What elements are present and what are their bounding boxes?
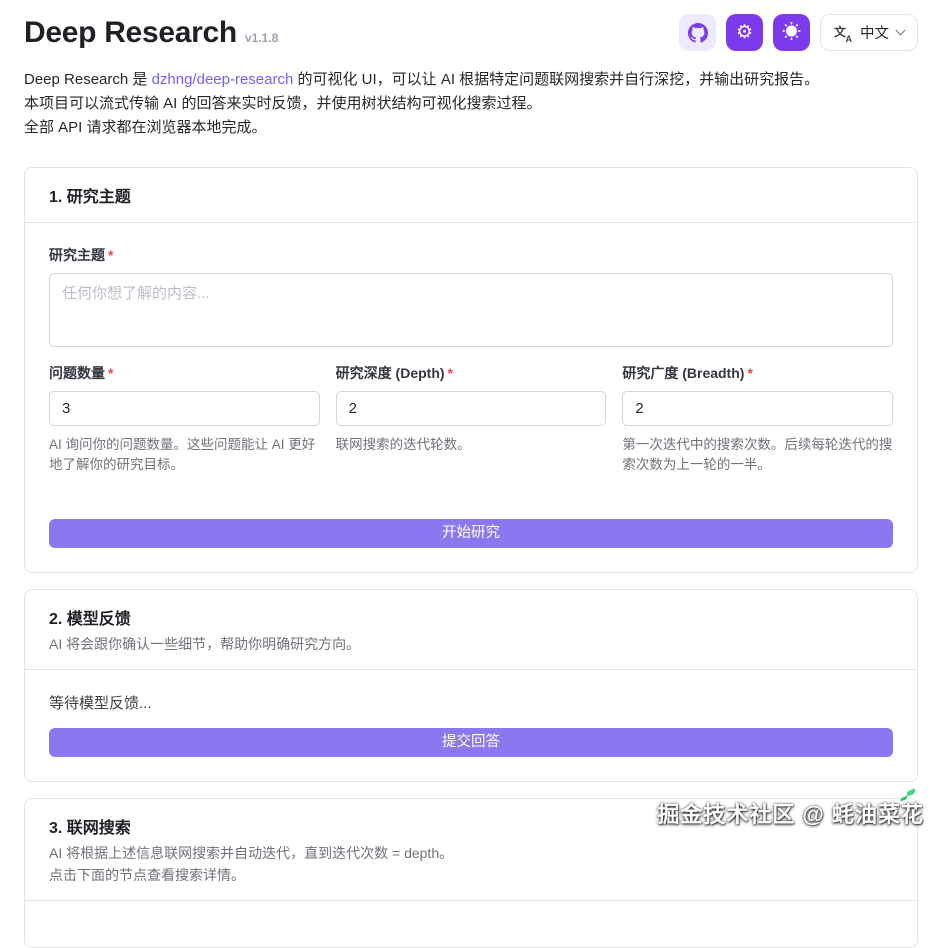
topic-label: 研究主题* bbox=[49, 245, 113, 265]
intro-paragraph: Deep Research 是 dzhng/deep-research 的可视化… bbox=[24, 68, 918, 140]
breadth-label: 研究广度 (Breadth)* bbox=[622, 363, 753, 383]
intro-line1-suffix: 的可视化 UI，可以让 AI 根据特定问题联网搜索并自行深挖，并输出研究报告。 bbox=[293, 71, 819, 88]
settings-button[interactable]: ⚙ bbox=[726, 14, 763, 51]
breadth-help: 第一次迭代中的搜索次数。后续每轮迭代的搜索次数为上一轮的一半。 bbox=[622, 435, 893, 475]
gear-icon: ⚙ bbox=[736, 23, 753, 42]
waiting-feedback-text: 等待模型反馈... bbox=[49, 692, 893, 713]
github-icon bbox=[688, 23, 708, 43]
field-depth: 研究深度 (Depth)* 联网搜索的迭代轮数。 bbox=[336, 363, 607, 475]
model-feedback-card-header: 2. 模型反馈 AI 将会跟你确认一些细节，帮助你明确研究方向。 bbox=[25, 590, 917, 670]
section2-title: 2. 模型反馈 bbox=[49, 605, 893, 629]
depth-label: 研究深度 (Depth)* bbox=[336, 363, 453, 383]
translate-icon: 文 A bbox=[834, 24, 852, 42]
section3-subtitle-line1: AI 将根据上述信息联网搜索并自动迭代，直到迭代次数 = depth。 bbox=[49, 843, 893, 863]
required-asterisk: * bbox=[108, 247, 113, 263]
breadth-input[interactable] bbox=[622, 391, 893, 426]
intro-line2: 本项目可以流式传输 AI 的回答来实时反馈，并使用树状结构可视化搜索过程。 bbox=[24, 95, 542, 112]
web-search-card-body bbox=[25, 901, 917, 947]
required-asterisk: * bbox=[448, 365, 453, 381]
intro-line1-prefix: Deep Research 是 bbox=[24, 71, 152, 88]
research-topic-card: 1. 研究主题 研究主题* 问题数量* AI 询问你的问题数量。这些问题能让 A… bbox=[24, 167, 918, 573]
required-asterisk: * bbox=[747, 365, 752, 381]
submit-answer-button[interactable]: 提交回答 bbox=[49, 728, 893, 757]
watermark: 掘金技术社区 @ 蚝油菜花 bbox=[657, 797, 924, 829]
question-count-input[interactable] bbox=[49, 391, 320, 426]
watermark-text: 掘金技术社区 @ 蚝油菜花 bbox=[657, 802, 924, 827]
language-label: 中文 bbox=[860, 22, 889, 43]
app-title: Deep Research bbox=[24, 16, 237, 50]
repo-link[interactable]: dzhng/deep-research bbox=[152, 71, 294, 88]
chevron-down-icon bbox=[896, 26, 906, 36]
section2-subtitle: AI 将会跟你确认一些细节，帮助你明确研究方向。 bbox=[49, 634, 893, 654]
field-question-count: 问题数量* AI 询问你的问题数量。这些问题能让 AI 更好地了解你的研究目标。 bbox=[49, 363, 320, 475]
github-button[interactable] bbox=[679, 14, 716, 51]
required-asterisk: * bbox=[108, 365, 113, 381]
version-label: v1.1.8 bbox=[245, 31, 278, 45]
model-feedback-card-body: 等待模型反馈... 提交回答 bbox=[25, 670, 917, 781]
language-selector[interactable]: 文 A 中文 bbox=[820, 14, 918, 51]
question-count-help: AI 询问你的问题数量。这些问题能让 AI 更好地了解你的研究目标。 bbox=[49, 435, 320, 475]
depth-help: 联网搜索的迭代轮数。 bbox=[336, 435, 607, 455]
header: Deep Research v1.1.8 ⚙ ☀ 文 A 中文 bbox=[24, 14, 918, 51]
section3-subtitle-line2: 点击下面的节点查看搜索详情。 bbox=[49, 865, 893, 885]
title-wrap: Deep Research v1.1.8 bbox=[24, 16, 278, 50]
header-controls: ⚙ ☀ 文 A 中文 bbox=[679, 14, 918, 51]
fields-grid: 问题数量* AI 询问你的问题数量。这些问题能让 AI 更好地了解你的研究目标。… bbox=[49, 363, 893, 475]
research-topic-card-header: 1. 研究主题 bbox=[25, 168, 917, 223]
research-topic-card-body: 研究主题* 问题数量* AI 询问你的问题数量。这些问题能让 AI 更好地了解你… bbox=[25, 223, 917, 572]
field-breadth: 研究广度 (Breadth)* 第一次迭代中的搜索次数。后续每轮迭代的搜索次数为… bbox=[622, 363, 893, 475]
intro-line3: 全部 API 请求都在浏览器本地完成。 bbox=[24, 119, 267, 136]
theme-button[interactable]: ☀ bbox=[773, 14, 810, 51]
section1-title: 1. 研究主题 bbox=[49, 183, 893, 207]
depth-input[interactable] bbox=[336, 391, 607, 426]
model-feedback-card: 2. 模型反馈 AI 将会跟你确认一些细节，帮助你明确研究方向。 等待模型反馈.… bbox=[24, 589, 918, 782]
sun-icon: ☀ bbox=[782, 23, 801, 42]
question-count-label: 问题数量* bbox=[49, 363, 113, 383]
start-research-button[interactable]: 开始研究 bbox=[49, 519, 893, 548]
topic-textarea[interactable] bbox=[49, 273, 893, 347]
